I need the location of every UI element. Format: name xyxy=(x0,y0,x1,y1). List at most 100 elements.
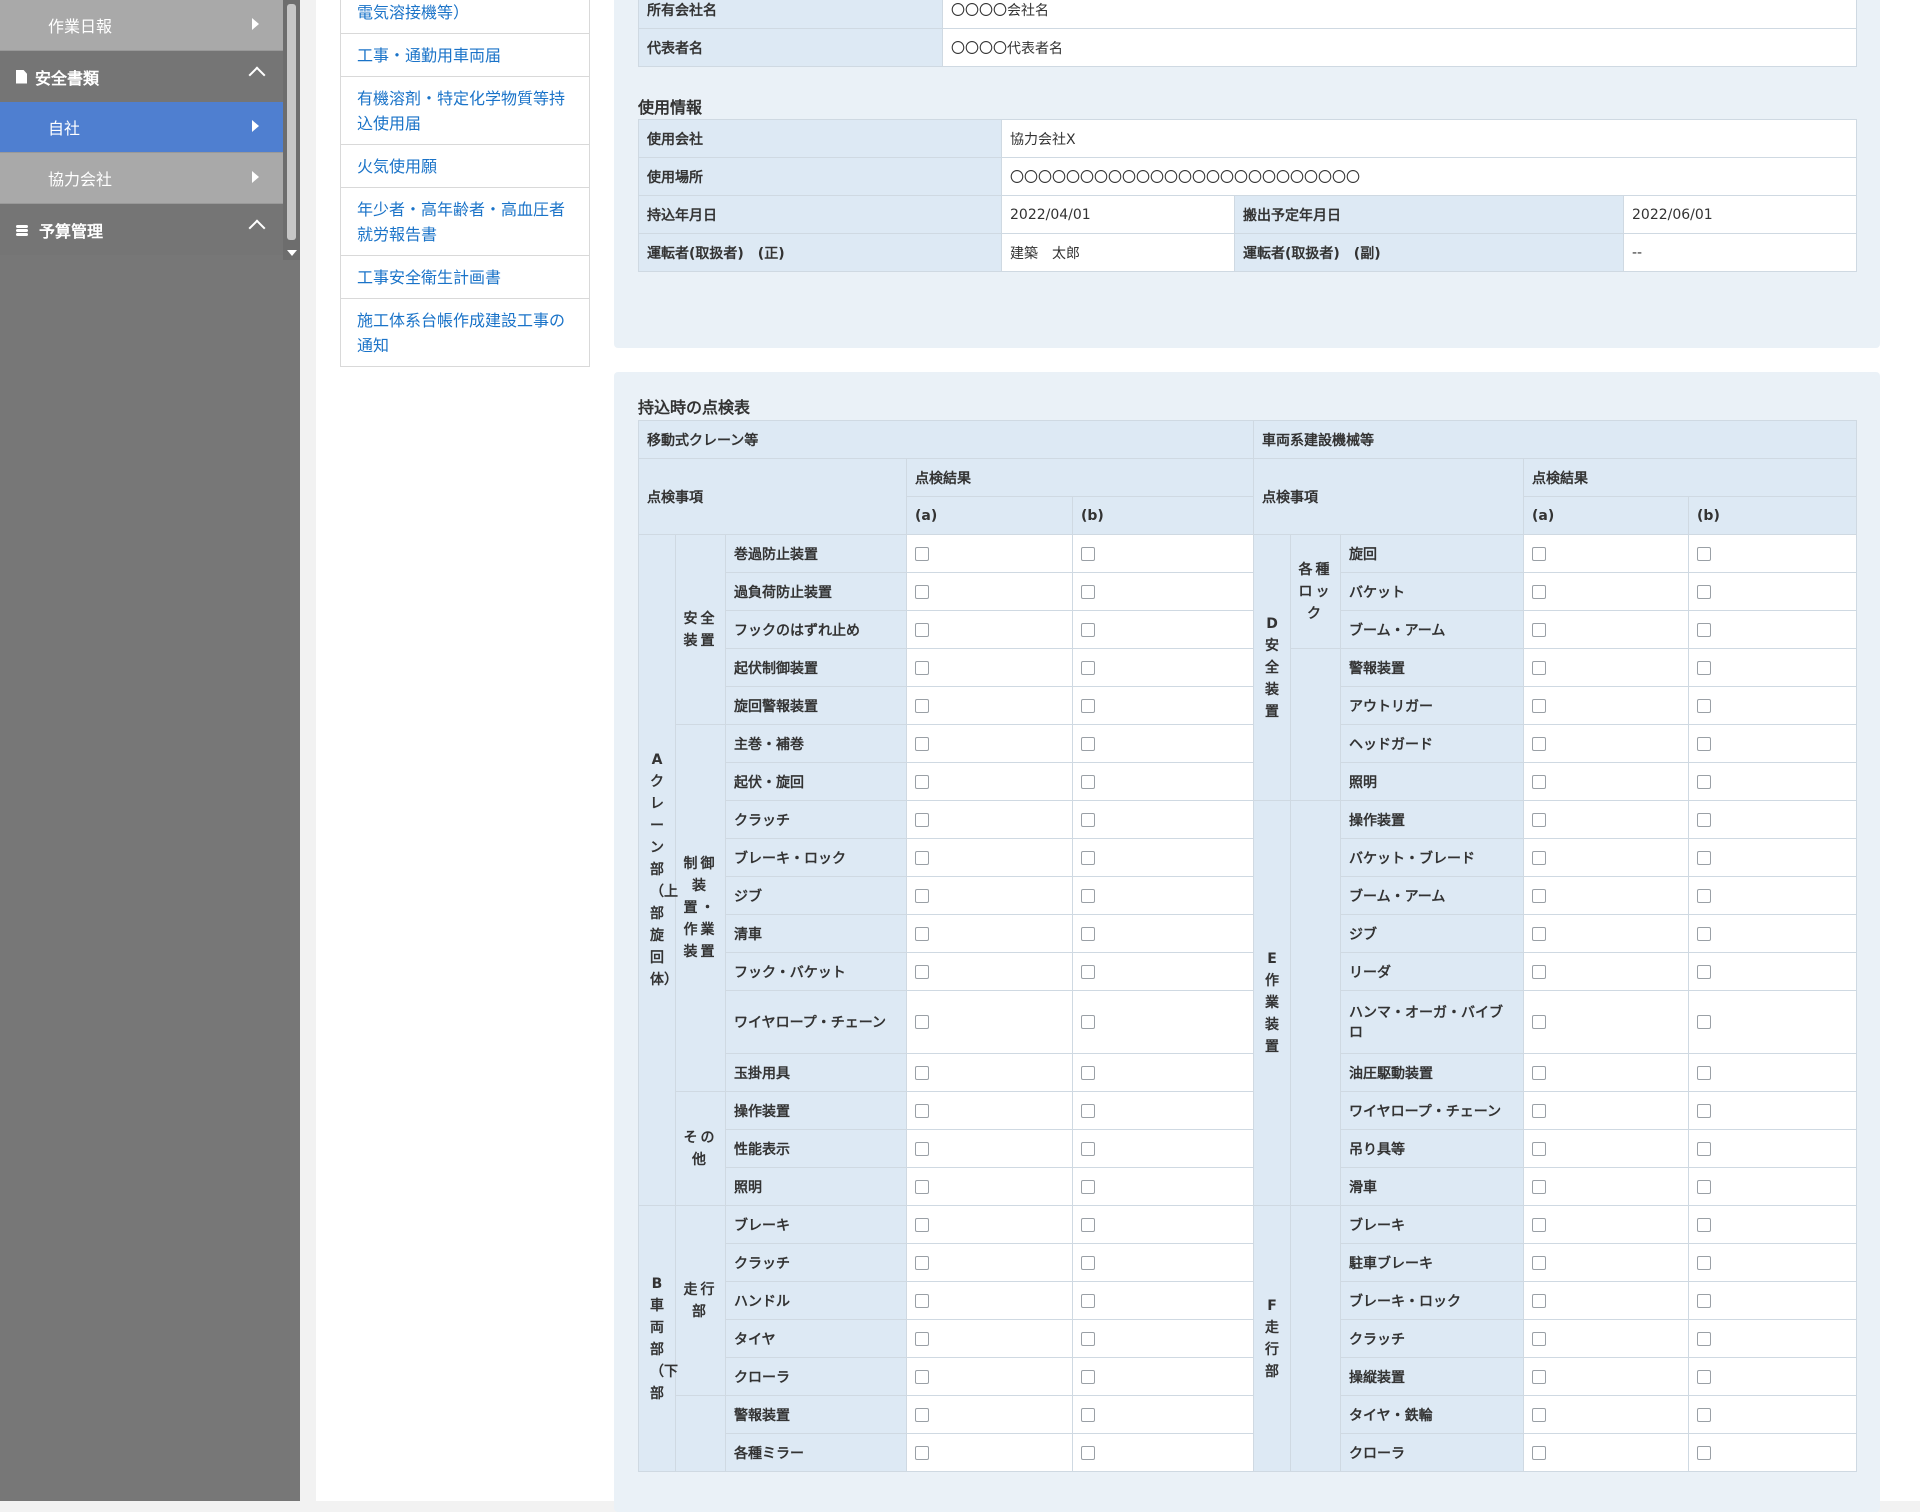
checkbox[interactable] xyxy=(1081,964,1095,979)
checkbox[interactable] xyxy=(1697,774,1712,789)
checkbox[interactable] xyxy=(1697,1179,1712,1194)
checkbox[interactable] xyxy=(1081,622,1095,637)
checkbox[interactable] xyxy=(1697,1141,1712,1156)
checkbox[interactable] xyxy=(915,1255,929,1270)
checkbox[interactable] xyxy=(1081,812,1095,827)
checkbox[interactable] xyxy=(915,736,929,751)
checkbox[interactable] xyxy=(1081,736,1095,751)
checkbox[interactable] xyxy=(1532,964,1547,979)
checkbox[interactable] xyxy=(1081,660,1095,675)
checkbox[interactable] xyxy=(1697,660,1712,675)
checkbox[interactable] xyxy=(1532,736,1547,751)
checkbox[interactable] xyxy=(915,1293,929,1308)
checkbox[interactable] xyxy=(1081,926,1095,941)
scrollbar-thumb[interactable] xyxy=(287,4,296,240)
checkbox[interactable] xyxy=(915,1217,929,1232)
checkbox[interactable] xyxy=(1532,1179,1547,1194)
checkbox[interactable] xyxy=(1532,812,1547,827)
checkbox[interactable] xyxy=(1532,1445,1547,1460)
checkbox[interactable] xyxy=(1532,926,1547,941)
checkbox[interactable] xyxy=(915,812,929,827)
checkbox[interactable] xyxy=(1081,1331,1095,1346)
checkbox[interactable] xyxy=(915,1141,929,1156)
checkbox[interactable] xyxy=(1697,1255,1712,1270)
checkbox[interactable] xyxy=(915,1407,929,1422)
checkbox[interactable] xyxy=(915,584,929,599)
sidebar-item-own-company[interactable]: 自社 xyxy=(0,102,283,153)
checkbox[interactable] xyxy=(1697,1445,1712,1460)
checkbox[interactable] xyxy=(1532,1217,1547,1232)
checkbox[interactable] xyxy=(1532,698,1547,713)
checkbox[interactable] xyxy=(1081,1065,1095,1080)
checkbox[interactable] xyxy=(1697,1103,1712,1118)
checkbox[interactable] xyxy=(1081,1015,1095,1029)
checkbox[interactable] xyxy=(915,1369,929,1384)
checkbox[interactable] xyxy=(915,1445,929,1460)
checkbox[interactable] xyxy=(1081,1293,1095,1308)
checkbox[interactable] xyxy=(1532,888,1547,903)
checkbox[interactable] xyxy=(1081,1369,1095,1384)
doc-nav-item[interactable]: 施工体系台帳作成建設工事の通知 xyxy=(340,299,590,367)
doc-nav-item[interactable]: 年少者・高年齢者・高血圧者就労報告書 xyxy=(340,188,590,256)
doc-nav-item[interactable]: 有機溶剤・特定化学物質等持込使用届 xyxy=(340,77,590,145)
checkbox[interactable] xyxy=(1081,698,1095,713)
checkbox[interactable] xyxy=(1081,1255,1095,1270)
checkbox[interactable] xyxy=(1081,1103,1095,1118)
checkbox[interactable] xyxy=(1532,850,1547,865)
checkbox[interactable] xyxy=(1532,1293,1547,1308)
checkbox[interactable] xyxy=(1081,774,1095,789)
checkbox[interactable] xyxy=(1081,1179,1095,1194)
checkbox[interactable] xyxy=(1081,1445,1095,1460)
checkbox[interactable] xyxy=(1081,1407,1095,1422)
checkbox[interactable] xyxy=(1697,964,1712,979)
checkbox[interactable] xyxy=(1697,584,1712,599)
checkbox[interactable] xyxy=(1532,1331,1547,1346)
checkbox[interactable] xyxy=(1532,1103,1547,1118)
checkbox[interactable] xyxy=(915,546,929,561)
checkbox[interactable] xyxy=(1697,1065,1712,1080)
checkbox[interactable] xyxy=(915,850,929,865)
checkbox[interactable] xyxy=(915,1015,929,1029)
checkbox[interactable] xyxy=(915,622,929,637)
checkbox[interactable] xyxy=(1532,584,1547,599)
checkbox[interactable] xyxy=(1697,546,1712,561)
checkbox[interactable] xyxy=(915,774,929,789)
checkbox[interactable] xyxy=(1697,850,1712,865)
sidebar-item-daily-report[interactable]: 作業日報 xyxy=(0,0,283,51)
checkbox[interactable] xyxy=(1532,622,1547,637)
checkbox[interactable] xyxy=(1081,1217,1095,1232)
doc-nav-item[interactable]: 火気使用願 xyxy=(340,145,590,188)
checkbox[interactable] xyxy=(1697,622,1712,637)
checkbox[interactable] xyxy=(1697,1369,1712,1384)
doc-nav-item[interactable]: 工事安全衛生計画書 xyxy=(340,256,590,299)
checkbox[interactable] xyxy=(1532,1255,1547,1270)
checkbox[interactable] xyxy=(1697,1407,1712,1422)
checkbox[interactable] xyxy=(1697,736,1712,751)
checkbox[interactable] xyxy=(1697,1331,1712,1346)
checkbox[interactable] xyxy=(915,1103,929,1118)
checkbox[interactable] xyxy=(1081,850,1095,865)
sidebar-item-partner-company[interactable]: 協力会社 xyxy=(0,153,283,204)
checkbox[interactable] xyxy=(1532,774,1547,789)
checkbox[interactable] xyxy=(1697,1293,1712,1308)
checkbox[interactable] xyxy=(1081,546,1095,561)
checkbox[interactable] xyxy=(915,1179,929,1194)
checkbox[interactable] xyxy=(1697,812,1712,827)
checkbox[interactable] xyxy=(1532,1141,1547,1156)
sidebar-section-safety-documents[interactable]: 安全書類 xyxy=(0,51,283,102)
checkbox[interactable] xyxy=(1697,698,1712,713)
checkbox[interactable] xyxy=(1081,584,1095,599)
doc-nav-item[interactable]: 電気溶接機等） xyxy=(340,0,590,34)
checkbox[interactable] xyxy=(1532,1407,1547,1422)
checkbox[interactable] xyxy=(1532,1369,1547,1384)
checkbox[interactable] xyxy=(915,926,929,941)
checkbox[interactable] xyxy=(1697,926,1712,941)
checkbox[interactable] xyxy=(915,660,929,675)
checkbox[interactable] xyxy=(1081,1141,1095,1156)
checkbox[interactable] xyxy=(915,964,929,979)
checkbox[interactable] xyxy=(1532,546,1547,561)
doc-nav-item[interactable]: 工事・通勤用車両届 xyxy=(340,34,590,77)
sidebar-scrollbar[interactable] xyxy=(283,0,300,260)
checkbox[interactable] xyxy=(1532,1065,1547,1080)
sidebar-section-budget[interactable]: 予算管理 xyxy=(0,204,283,255)
